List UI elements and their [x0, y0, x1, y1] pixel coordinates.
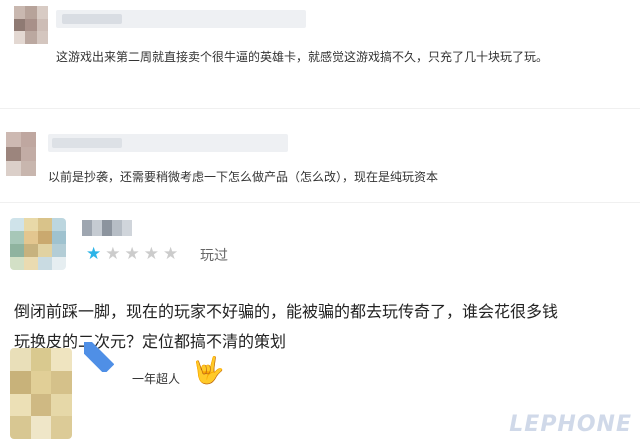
star-empty-icon: ★ [124, 244, 140, 264]
comment-1: 这游戏出来第二周就直接卖个很牛逼的英雄卡，就感觉这游戏搞不久，只充了几十块玩了玩… [0, 0, 640, 110]
comment-3: ★ ★ ★ ★ ★ 玩过 倒闭前踩一脚，现在的玩家不好骗的，能被骗的都去玩传奇了，谁会花… [0, 204, 640, 351]
star-empty-icon: ★ [105, 244, 121, 264]
username[interactable]: 一年超人 [132, 370, 180, 387]
divider [0, 108, 640, 109]
hand-emoji: 🤟 [192, 356, 225, 386]
star-empty-icon: ★ [163, 244, 179, 264]
divider [0, 202, 640, 203]
star-empty-icon: ★ [143, 244, 159, 264]
play-status: 玩过 [200, 248, 228, 264]
rating-stars: ★ ★ ★ ★ ★ [86, 246, 178, 263]
watermark-logo: LEPHONE [509, 412, 632, 437]
avatar[interactable] [6, 132, 36, 176]
star-filled-icon: ★ [86, 244, 102, 264]
comment-text: 这游戏出来第二周就直接卖个很牛逼的英雄卡，就感觉这游戏搞不久，只充了几十块玩了玩… [56, 50, 549, 64]
username-blurred[interactable] [82, 220, 132, 236]
avatar[interactable] [10, 218, 66, 270]
comment-text: 以前是抄袭，还需要稍微考虑一下怎么做产品（怎么改），现在是纯玩资本 [48, 170, 439, 184]
comment-2: 以前是抄袭，还需要稍微考虑一下怎么做产品（怎么改），现在是纯玩资本 [0, 110, 640, 200]
avatar[interactable] [14, 6, 48, 44]
verified-badge [84, 342, 114, 372]
comment-text-line-1: 倒闭前踩一脚，现在的玩家不好骗的，能被骗的都去玩传奇了，谁会花很多钱 [14, 302, 559, 321]
avatar[interactable] [10, 348, 72, 439]
